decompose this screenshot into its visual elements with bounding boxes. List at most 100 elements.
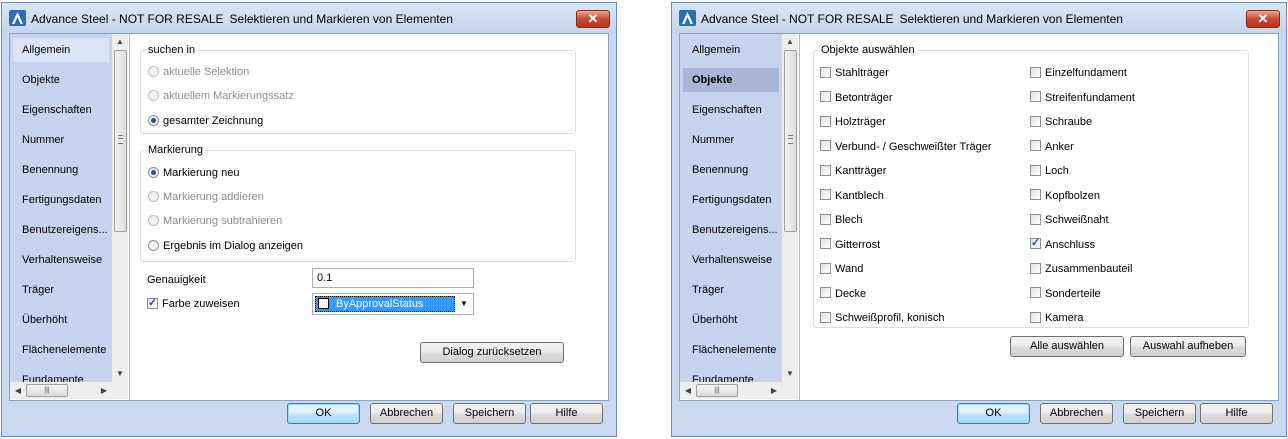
scroll-right-arrow-icon[interactable]: ▶ bbox=[766, 382, 782, 399]
radio-markierung-neu[interactable]: Markierung neu bbox=[148, 165, 239, 181]
checkbox-row-anker[interactable]: Anker bbox=[1030, 139, 1074, 155]
select-all-button[interactable]: Alle auswählen bbox=[1010, 336, 1124, 357]
checkbox[interactable] bbox=[1030, 66, 1041, 78]
checkbox[interactable] bbox=[1030, 164, 1041, 176]
checkbox-row-verbund-geschweißter-träger[interactable]: Verbund- / Geschweißter Träger bbox=[820, 139, 992, 155]
radio-button[interactable] bbox=[148, 239, 159, 251]
reset-dialog-button[interactable]: Dialog zurücksetzen bbox=[420, 342, 564, 363]
sidebar-item-nummer[interactable]: Nummer bbox=[683, 128, 779, 152]
checkbox[interactable] bbox=[1030, 213, 1041, 225]
nav-horizontal-scrollbar[interactable]: ◀ ||| ▶ bbox=[680, 382, 782, 399]
checkbox-row-anschluss[interactable]: Anschluss bbox=[1030, 236, 1095, 253]
checkbox-row-schweißnaht[interactable]: Schweißnaht bbox=[1030, 212, 1109, 228]
checkbox-row-kantträger[interactable]: Kantträger bbox=[820, 163, 886, 179]
checkbox-row-einzelfundament[interactable]: Einzelfundament bbox=[1030, 65, 1127, 81]
sidebar-item-objekte[interactable]: Objekte bbox=[13, 68, 109, 92]
sidebar-item-überhöht[interactable]: Überhöht bbox=[13, 308, 109, 332]
sidebar-item-fundamente[interactable]: Fundamente bbox=[13, 368, 109, 382]
deselect-all-button[interactable]: Auswahl aufheben bbox=[1130, 336, 1246, 357]
checkbox-row-kamera[interactable]: Kamera bbox=[1030, 310, 1084, 326]
chevron-down-icon[interactable]: ▼ bbox=[456, 295, 472, 313]
accuracy-input[interactable]: 0.1 bbox=[312, 268, 474, 288]
title-bar[interactable]: Advance Steel - NOT FOR RESALE Selektiere… bbox=[2, 3, 616, 33]
close-button[interactable]: ✕ bbox=[1246, 10, 1280, 28]
sidebar-item-träger[interactable]: Träger bbox=[683, 278, 779, 302]
radio-button-selected[interactable] bbox=[148, 166, 159, 178]
checkbox[interactable] bbox=[820, 238, 831, 250]
checkbox-row-kantblech[interactable]: Kantblech bbox=[820, 188, 884, 204]
assign-color-checkbox-row[interactable]: Farbe zuweisen bbox=[147, 296, 240, 312]
checkbox[interactable] bbox=[820, 287, 831, 299]
checkbox-row-betonträger[interactable]: Betonträger bbox=[820, 90, 892, 106]
checkbox[interactable] bbox=[820, 311, 831, 323]
sidebar-item-benutzereigens[interactable]: Benutzereigens... bbox=[683, 218, 779, 242]
scroll-thumb-horizontal[interactable]: ||| bbox=[696, 384, 738, 397]
ok-button[interactable]: OK bbox=[957, 403, 1030, 424]
scroll-left-arrow-icon[interactable]: ◀ bbox=[680, 382, 696, 399]
sidebar-item-eigenschaften[interactable]: Eigenschaften bbox=[13, 98, 109, 122]
checkbox-row-sonderteile[interactable]: Sonderteile bbox=[1030, 286, 1101, 302]
sidebar-item-flächenelemente[interactable]: Flächenelemente bbox=[13, 338, 109, 362]
radio-ergebnis-im-dialog[interactable]: Ergebnis im Dialog anzeigen bbox=[148, 238, 303, 254]
assign-color-checkbox[interactable] bbox=[147, 296, 158, 310]
checkbox-row-holzträger[interactable]: Holzträger bbox=[820, 114, 886, 130]
checkbox-row-decke[interactable]: Decke bbox=[820, 286, 866, 302]
scroll-thumb[interactable] bbox=[114, 50, 127, 232]
radio-markierung-addieren[interactable]: Markierung addieren bbox=[148, 189, 264, 205]
save-button[interactable]: Speichern bbox=[453, 403, 526, 424]
checkbox-row-zusammenbauteil[interactable]: Zusammenbauteil bbox=[1030, 261, 1132, 277]
checkbox[interactable] bbox=[1030, 262, 1041, 274]
sidebar-item-überhöht[interactable]: Überhöht bbox=[683, 308, 779, 332]
checkbox-row-gitterrost[interactable]: Gitterrost bbox=[820, 237, 880, 253]
nav-horizontal-scrollbar[interactable]: ◀ ||| ▶ bbox=[10, 382, 112, 399]
checkbox[interactable] bbox=[1030, 115, 1041, 127]
checkbox-row-stahlträger[interactable]: Stahlträger bbox=[820, 65, 889, 81]
close-button[interactable]: ✕ bbox=[576, 10, 610, 28]
checkbox[interactable] bbox=[820, 140, 831, 152]
checkbox-row-wand[interactable]: Wand bbox=[820, 261, 863, 277]
radio-button-selected[interactable] bbox=[148, 114, 159, 126]
scroll-thumb-horizontal[interactable]: ||| bbox=[26, 384, 68, 397]
sidebar-item-flächenelemente[interactable]: Flächenelemente bbox=[683, 338, 779, 362]
color-select[interactable]: ByApprovalStatus ▼ bbox=[312, 293, 474, 315]
radio-markierung-subtrahieren[interactable]: Markierung subtrahieren bbox=[148, 213, 282, 229]
sidebar-item-objekte[interactable]: Objekte bbox=[683, 68, 779, 92]
checkbox-row-blech[interactable]: Blech bbox=[820, 212, 863, 228]
checkbox[interactable] bbox=[820, 115, 831, 127]
sidebar-item-benutzereigens[interactable]: Benutzereigens... bbox=[13, 218, 109, 242]
radio-aktueller-markierungssatz[interactable]: aktuellem Markierungssatz bbox=[148, 88, 294, 104]
nav-vertical-scrollbar[interactable]: ▲ ▼ bbox=[112, 34, 128, 382]
checkbox[interactable] bbox=[820, 66, 831, 78]
checkbox[interactable] bbox=[1030, 91, 1041, 103]
sidebar-item-allgemein[interactable]: Allgemein bbox=[13, 38, 109, 62]
checkbox[interactable] bbox=[820, 189, 831, 201]
scroll-left-arrow-icon[interactable]: ◀ bbox=[10, 382, 26, 399]
checkbox[interactable] bbox=[820, 91, 831, 103]
radio-button[interactable] bbox=[148, 89, 159, 101]
checkbox[interactable] bbox=[820, 213, 831, 225]
radio-button[interactable] bbox=[148, 214, 159, 226]
sidebar-item-eigenschaften[interactable]: Eigenschaften bbox=[683, 98, 779, 122]
checkbox[interactable] bbox=[820, 262, 831, 274]
sidebar-item-nummer[interactable]: Nummer bbox=[13, 128, 109, 152]
checkbox-row-loch[interactable]: Loch bbox=[1030, 163, 1069, 179]
checkbox[interactable] bbox=[1030, 287, 1041, 299]
radio-gesamte-zeichnung[interactable]: gesamter Zeichnung bbox=[148, 113, 263, 129]
cancel-button[interactable]: Abbrechen bbox=[370, 403, 443, 424]
nav-vertical-scrollbar[interactable]: ▲ ▼ bbox=[782, 34, 798, 382]
sidebar-item-träger[interactable]: Träger bbox=[13, 278, 109, 302]
sidebar-item-fertigungsdaten[interactable]: Fertigungsdaten bbox=[683, 188, 779, 212]
checkbox[interactable] bbox=[820, 164, 831, 176]
sidebar-item-benennung[interactable]: Benennung bbox=[13, 158, 109, 182]
checkbox[interactable] bbox=[1030, 236, 1041, 250]
scroll-up-arrow-icon[interactable]: ▲ bbox=[782, 34, 798, 50]
checkbox-row-schweißprofil-konisch[interactable]: Schweißprofil, konisch bbox=[820, 310, 944, 326]
help-button[interactable]: Hilfe bbox=[1200, 403, 1273, 424]
title-bar[interactable]: Advance Steel - NOT FOR RESALE Selektiere… bbox=[672, 3, 1286, 33]
help-button[interactable]: Hilfe bbox=[530, 403, 603, 424]
radio-button[interactable] bbox=[148, 190, 159, 202]
checkbox-row-kopfbolzen[interactable]: Kopfbolzen bbox=[1030, 188, 1100, 204]
sidebar-item-verhaltensweise[interactable]: Verhaltensweise bbox=[683, 248, 779, 272]
radio-aktuelle-selektion[interactable]: aktuelle Selektion bbox=[148, 64, 249, 80]
sidebar-item-fertigungsdaten[interactable]: Fertigungsdaten bbox=[13, 188, 109, 212]
